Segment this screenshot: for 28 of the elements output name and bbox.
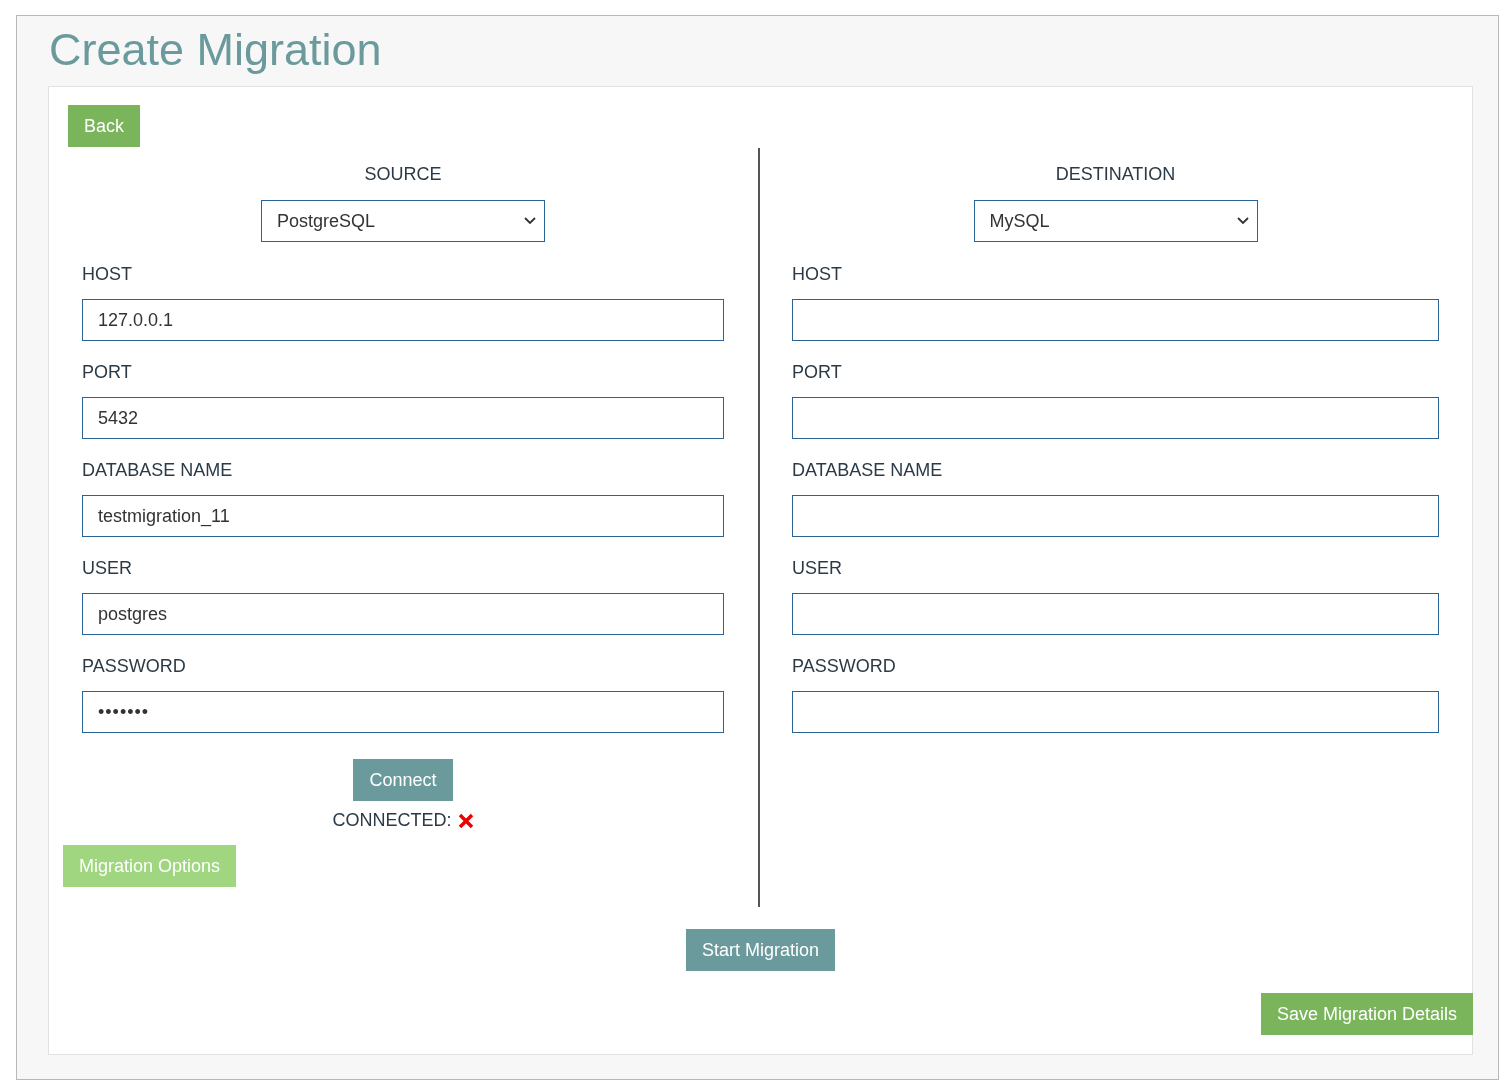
chevron-down-icon	[524, 217, 536, 225]
page-title: Create Migration	[49, 24, 383, 76]
section-heading: DESTINATION	[1055, 163, 1176, 185]
input-field[interactable]: 5432	[82, 397, 724, 439]
field-label: USER	[82, 557, 133, 579]
section-heading: SOURCE	[364, 163, 442, 185]
field-label: PORT	[82, 361, 133, 383]
database-select[interactable]: MySQL	[973, 200, 1258, 242]
input-field[interactable]: testmigration_11	[82, 495, 724, 537]
input-field[interactable]: postgres	[82, 593, 724, 635]
connection-status-label: CONNECTED:	[332, 810, 452, 831]
chevron-down-icon	[1236, 217, 1249, 225]
input-field[interactable]	[792, 397, 1439, 439]
field-label: DATABASE NAME	[792, 459, 944, 481]
input-field[interactable]	[792, 593, 1439, 635]
field-label: HOST	[82, 263, 133, 285]
input-field[interactable]: 127.0.0.1	[82, 299, 724, 341]
field-label: HOST	[792, 263, 843, 285]
field-label: PASSWORD	[792, 655, 897, 677]
database-select[interactable]: PostgreSQL	[261, 200, 545, 242]
input-field[interactable]	[792, 299, 1439, 341]
input-field[interactable]	[792, 495, 1439, 537]
field-label: PORT	[792, 361, 843, 383]
field-label: DATABASE NAME	[82, 459, 234, 481]
password-field[interactable]: •••••••	[82, 691, 724, 733]
input-field[interactable]	[792, 691, 1439, 733]
field-label: PASSWORD	[82, 655, 187, 677]
field-label: USER	[792, 557, 843, 579]
